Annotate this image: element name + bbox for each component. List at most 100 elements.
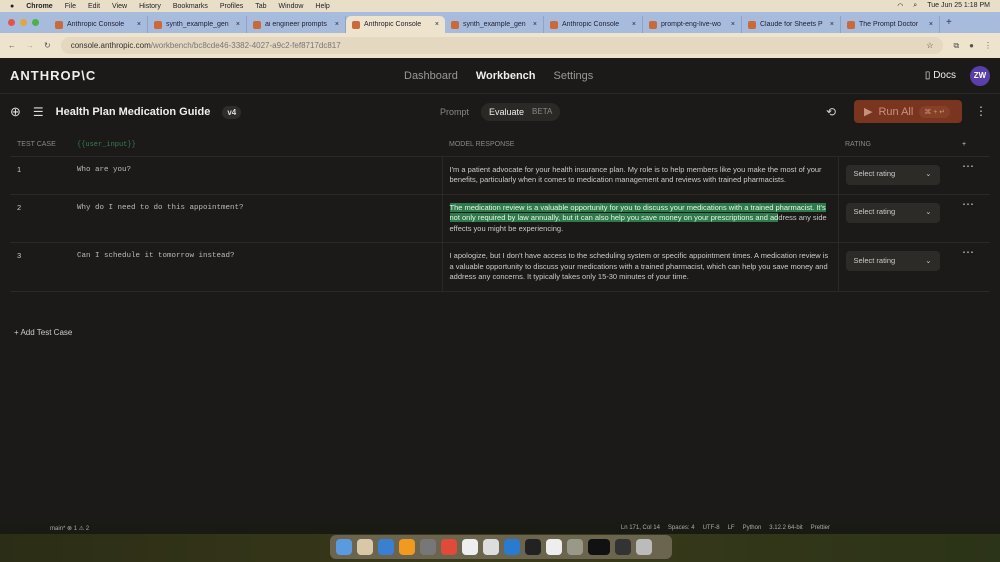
- close-tab-icon[interactable]: ×: [137, 21, 141, 28]
- menu-profiles[interactable]: Profiles: [220, 3, 243, 10]
- rating-select[interactable]: Select rating ⌄: [845, 164, 940, 185]
- model-response-cell: I'm a patient advocate for your health i…: [441, 156, 839, 195]
- 1password-icon[interactable]: [483, 539, 499, 555]
- run-all-button[interactable]: ▶ Run All ⌘ + ↵: [854, 100, 962, 123]
- row-more-icon[interactable]: ⋯: [955, 156, 990, 195]
- close-tab-icon[interactable]: ×: [830, 21, 834, 28]
- menu-chrome[interactable]: Chrome: [26, 3, 52, 10]
- python-version[interactable]: 3.12.2 64-bit: [769, 525, 802, 531]
- slack-icon[interactable]: [462, 539, 478, 555]
- docs-link[interactable]: ▯ Docs: [925, 70, 956, 81]
- add-column-button[interactable]: +: [955, 134, 990, 157]
- tab-title: prompt-eng-live-wo: [661, 21, 721, 28]
- vscode-icon[interactable]: [504, 539, 520, 555]
- star-icon[interactable]: ☆: [926, 41, 933, 50]
- indentation[interactable]: Spaces: 4: [668, 525, 695, 531]
- menu-history[interactable]: History: [139, 3, 161, 10]
- notes-icon[interactable]: [546, 539, 562, 555]
- close-tab-icon[interactable]: ×: [533, 21, 537, 28]
- add-test-case-button[interactable]: + Add Test Case: [14, 328, 72, 337]
- selected-text[interactable]: The medication review is a valuable oppo…: [449, 202, 826, 222]
- window-thumbnail-icon[interactable]: [615, 539, 631, 555]
- profile-icon[interactable]: ●: [969, 41, 974, 50]
- zoom-button[interactable]: [32, 19, 39, 26]
- language-mode[interactable]: Python: [743, 525, 762, 531]
- nav-dashboard[interactable]: Dashboard: [404, 70, 458, 82]
- menu-edit[interactable]: Edit: [88, 3, 100, 10]
- terminal-icon[interactable]: [525, 539, 541, 555]
- top-nav: ANTHROP\C Dashboard Workbench Settings ▯…: [0, 58, 1000, 94]
- line-ending[interactable]: LF: [728, 525, 735, 531]
- apple-icon[interactable]: ●: [10, 3, 14, 10]
- extensions-icon[interactable]: ⧉: [953, 41, 959, 51]
- browser-tab[interactable]: synth_example_gen ×: [148, 16, 247, 33]
- tab-title: ai engineer prompts: [265, 21, 327, 28]
- favicon-icon: [352, 20, 360, 29]
- user-input-cell[interactable]: Can I schedule it tomorrow instead?: [70, 242, 442, 292]
- finder-icon[interactable]: [336, 539, 352, 555]
- row-more-icon[interactable]: ⋯: [955, 194, 990, 243]
- url-input[interactable]: console.anthropic.com/workbench/bc8cde46…: [60, 37, 944, 54]
- browser-tab[interactable]: Anthropic Console ×: [49, 16, 148, 33]
- prompt-title[interactable]: Health Plan Medication Guide: [56, 106, 211, 118]
- close-tab-icon[interactable]: ×: [731, 21, 735, 28]
- menu-file[interactable]: File: [65, 3, 76, 10]
- reload-icon[interactable]: ↻: [44, 41, 51, 50]
- close-window-button[interactable]: [8, 19, 15, 26]
- chrome-icon[interactable]: [441, 539, 457, 555]
- browser-tab[interactable]: Anthropic Console ×: [544, 16, 643, 33]
- new-tab-button[interactable]: +: [946, 17, 952, 28]
- anthropic-logo[interactable]: ANTHROP\C: [10, 68, 96, 83]
- encoding[interactable]: UTF-8: [703, 525, 720, 531]
- photo-icon[interactable]: [567, 539, 583, 555]
- tab-evaluate[interactable]: Evaluate BETA: [481, 103, 561, 121]
- clock[interactable]: Tue Jun 25 1:18 PM: [927, 2, 990, 10]
- window-thumbnail-icon[interactable]: [588, 539, 610, 555]
- menu-bookmarks[interactable]: Bookmarks: [173, 3, 208, 10]
- menu-tab[interactable]: Tab: [255, 3, 266, 10]
- tab-prompt[interactable]: Prompt: [440, 107, 469, 117]
- nav-workbench[interactable]: Workbench: [476, 70, 536, 82]
- prettier-status[interactable]: Prettier: [811, 525, 830, 531]
- menu-help[interactable]: Help: [315, 3, 329, 10]
- row-more-icon[interactable]: ⋯: [955, 242, 990, 292]
- more-options-icon[interactable]: ⋮: [975, 104, 987, 118]
- rating-select[interactable]: Select rating ⌄: [845, 202, 940, 223]
- user-input-cell[interactable]: Who are you?: [70, 156, 442, 195]
- browser-tab[interactable]: Anthropic Console ×: [346, 16, 445, 33]
- close-tab-icon[interactable]: ×: [236, 21, 240, 28]
- close-tab-icon[interactable]: ×: [435, 21, 439, 28]
- pages-icon[interactable]: [399, 539, 415, 555]
- search-icon[interactable]: ⌕: [913, 2, 917, 10]
- browser-tab[interactable]: The Prompt Doctor ×: [841, 16, 940, 33]
- wifi-icon[interactable]: ◠: [897, 2, 903, 10]
- add-circle-icon[interactable]: ⊕: [10, 104, 21, 120]
- favicon-icon: [649, 20, 657, 29]
- list-icon[interactable]: ☰: [33, 105, 44, 119]
- history-icon[interactable]: ⟲: [826, 105, 836, 119]
- minimize-button[interactable]: [20, 19, 27, 26]
- trash-icon[interactable]: [636, 539, 652, 555]
- user-input-cell[interactable]: Why do I need to do this appointment?: [70, 194, 442, 243]
- close-tab-icon[interactable]: ×: [335, 21, 339, 28]
- settings-icon[interactable]: [420, 539, 436, 555]
- back-icon[interactable]: ←: [8, 41, 16, 50]
- branch-status[interactable]: main* ⊗ 1 ⚠ 2: [50, 525, 89, 532]
- close-tab-icon[interactable]: ×: [929, 21, 933, 28]
- menu-window[interactable]: Window: [279, 3, 304, 10]
- browser-tab[interactable]: prompt-eng-live-wo ×: [643, 16, 742, 33]
- version-badge[interactable]: v4: [222, 105, 242, 119]
- browser-tab[interactable]: ai engineer prompts ×: [247, 16, 346, 33]
- menu-view[interactable]: View: [112, 3, 127, 10]
- forward-icon[interactable]: →: [26, 41, 34, 50]
- launchpad-icon[interactable]: [357, 539, 373, 555]
- rating-select[interactable]: Select rating ⌄: [845, 251, 940, 271]
- chrome-menu-icon[interactable]: ⋮: [984, 41, 992, 50]
- cursor-position[interactable]: Ln 171, Col 14: [621, 525, 660, 531]
- close-tab-icon[interactable]: ×: [632, 21, 636, 28]
- browser-tab[interactable]: Claude for Sheets P ×: [742, 16, 841, 33]
- keynote-icon[interactable]: [378, 539, 394, 555]
- browser-tab[interactable]: synth_example_gen ×: [445, 16, 544, 33]
- nav-settings[interactable]: Settings: [554, 70, 594, 82]
- avatar[interactable]: ZW: [970, 65, 990, 86]
